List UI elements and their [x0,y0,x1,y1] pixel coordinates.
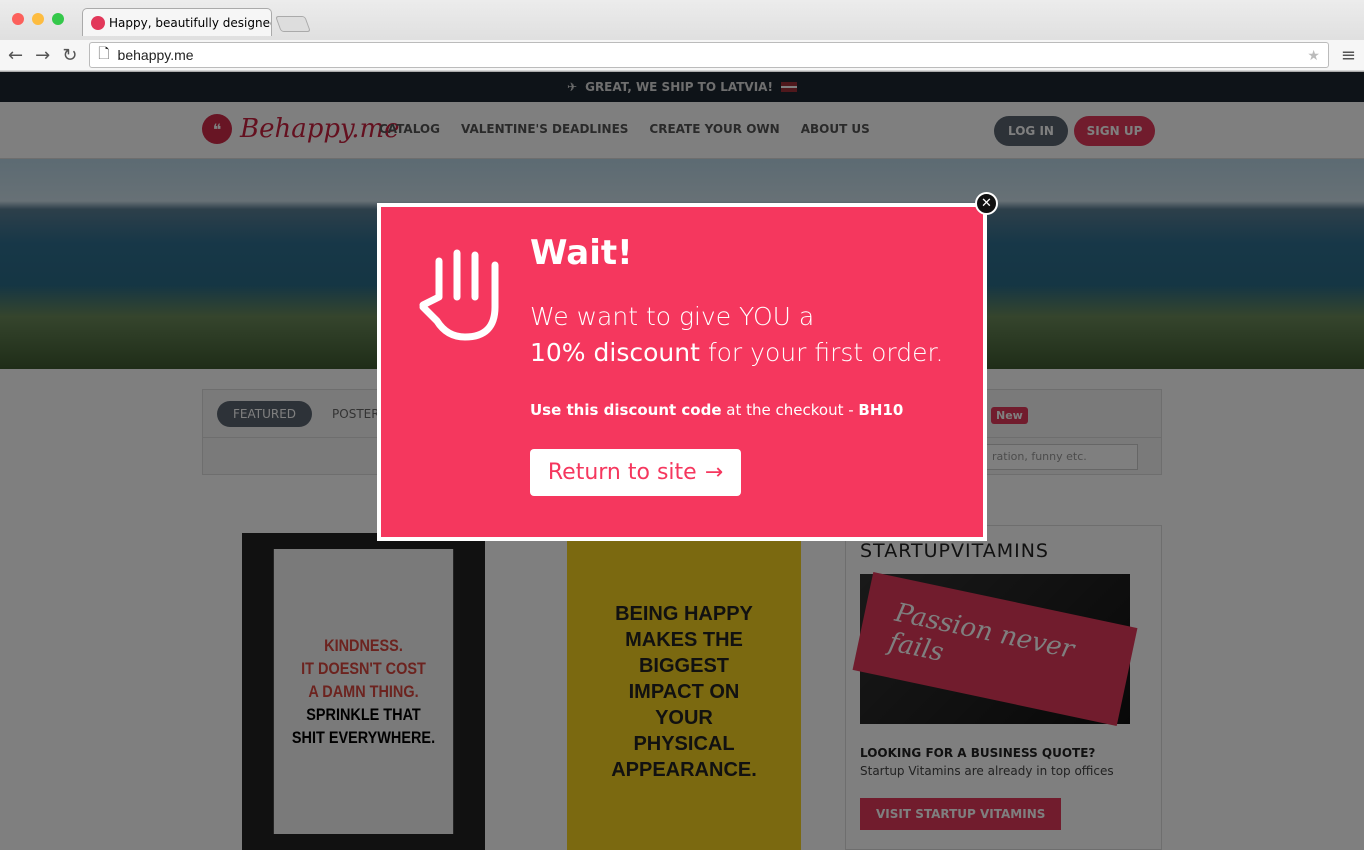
message-line-1: We want to give YOU a [530,302,815,331]
back-icon[interactable]: ← [8,45,23,66]
discount-modal: Wait! We want to give YOU a 10% discount… [377,203,987,541]
bookmark-star-icon[interactable]: ★ [1307,47,1320,64]
discount-code: BH10 [858,401,904,419]
modal-title: Wait! [530,233,633,273]
code-mid: at the checkout - [721,401,859,419]
page-icon: 🗋 [98,45,110,61]
return-to-site-button[interactable]: Return to site → [530,449,741,496]
return-label: Return to site [547,460,697,485]
tab-title: Happy, beautifully designed [109,15,272,30]
hand-stop-icon [419,249,499,341]
browser-chrome: Happy, beautifully designed✕ ← → ↻ 🗋 beha… [0,0,1364,72]
reload-icon[interactable]: ↻ [62,45,77,66]
maximize-window-button[interactable] [52,13,64,25]
url-text: behappy.me [117,47,194,63]
discount-code-text: Use this discount code at the checkout -… [530,401,903,419]
arrow-right-icon: → [704,460,724,485]
minimize-window-button[interactable] [32,13,44,25]
modal-close-button[interactable]: ✕ [975,192,998,215]
discount-amount: 10% discount [530,338,700,367]
message-line-2: for your first order. [699,338,944,367]
address-bar[interactable]: 🗋 behappy.me ★ [89,42,1329,68]
browser-tab[interactable]: Happy, beautifully designed✕ [82,8,272,36]
code-label: Use this discount code [530,401,722,419]
new-tab-button[interactable] [275,16,311,32]
modal-message: We want to give YOU a 10% discount for y… [530,299,943,371]
forward-icon[interactable]: → [35,45,50,66]
favicon-icon [91,15,105,30]
close-window-button[interactable] [12,13,24,25]
menu-icon[interactable]: ≡ [1341,45,1356,66]
